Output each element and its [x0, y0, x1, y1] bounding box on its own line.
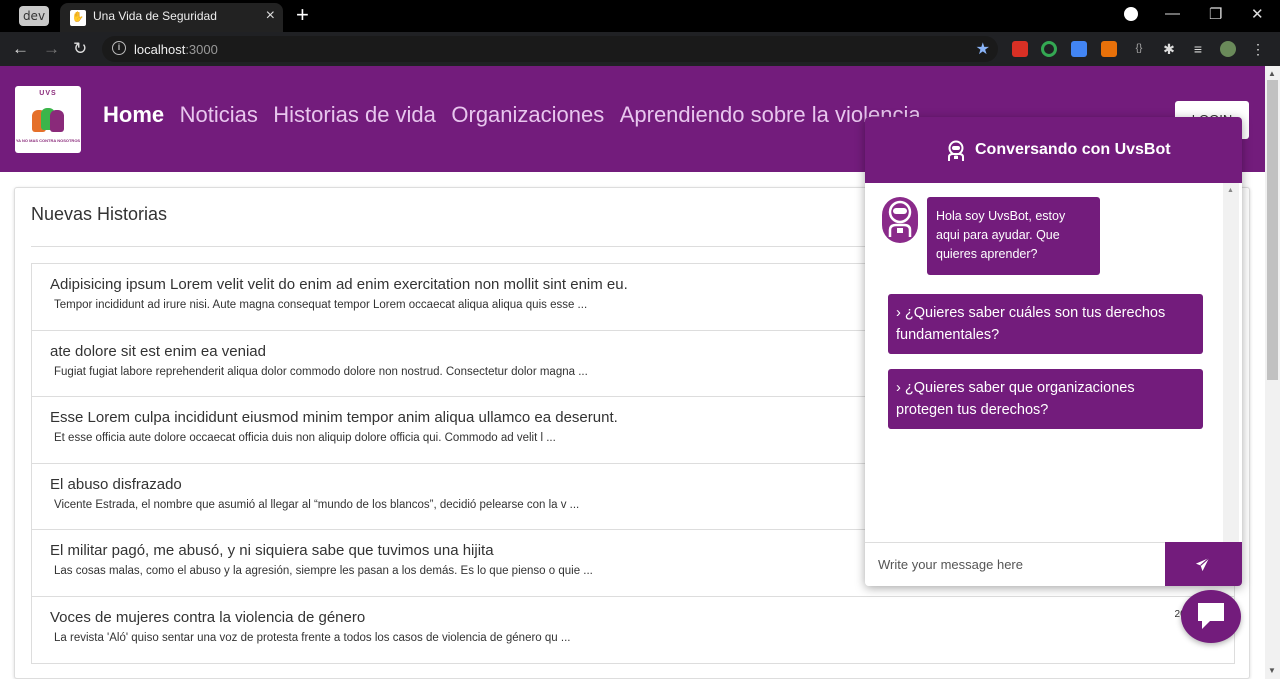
chat-header: Conversando con UvsBot [865, 117, 1242, 183]
page-scrollbar[interactable]: ▲ ▼ [1265, 66, 1280, 679]
story-excerpt: Tempor incididunt ad irure nisi. Aute ma… [54, 299, 588, 311]
story-title: Adipisicing ipsum Lorem velit velit do e… [50, 276, 628, 293]
chat-scrollbar[interactable]: ▲ [1223, 183, 1239, 542]
story-title: Esse Lorem culpa incididunt eiusmod mini… [50, 409, 618, 426]
extensions-puzzle-icon[interactable]: ✱ [1161, 41, 1177, 57]
extension-icon[interactable] [1101, 41, 1117, 57]
logo-tagline: YA NO MAS CONTRA NOSOTROS [15, 138, 81, 143]
logo-text: UVS [39, 90, 57, 97]
story-title: ate dolore sit est enim ea veniad [50, 342, 266, 360]
chat-messages[interactable]: Hola soy UvsBot, estoy aqui para ayudar.… [865, 183, 1242, 542]
site-logo[interactable]: UVS YA NO MAS CONTRA NOSOTROS [15, 86, 81, 153]
tab-close-icon[interactable]: × [266, 7, 275, 25]
main-nav: Home Noticias Historias de vida Organiza… [103, 102, 932, 128]
extension-icon[interactable] [1012, 41, 1028, 57]
restore-icon[interactable]: ❐ [1209, 5, 1222, 23]
chat-option-organizaciones[interactable]: › ¿Quieres saber que organizaciones prot… [888, 369, 1203, 429]
scroll-up-icon[interactable]: ▲ [1227, 187, 1234, 194]
site-info-icon[interactable]: i [112, 41, 126, 55]
json-extension-icon[interactable]: {} [1131, 41, 1147, 57]
story-excerpt: La revista 'Aló' quiso sentar una voz de… [54, 631, 571, 644]
minimize-icon[interactable]: — [1165, 5, 1180, 22]
tab-title: Una Vida de Seguridad [93, 9, 217, 23]
profile-avatar[interactable] [1220, 41, 1236, 57]
nav-historias[interactable]: Historias de vida [273, 102, 436, 127]
robot-icon [948, 140, 964, 161]
back-icon[interactable]: ← [12, 39, 29, 59]
forward-icon[interactable]: → [43, 39, 60, 59]
chat-toggle-button[interactable] [1181, 590, 1241, 643]
story-excerpt: Et esse officia aute dolore occaecat off… [54, 432, 556, 444]
chat-message-input[interactable] [865, 542, 1165, 586]
translate-extension-icon[interactable] [1071, 41, 1087, 57]
chevron-right-icon: › [896, 305, 901, 321]
address-bar: ← → ↻ i localhost:3000 ★ {} ✱ ≡ ⋮ [0, 32, 1280, 66]
bot-avatar [882, 197, 918, 243]
story-title: El militar pagó, me abusó, y ni siquiera… [50, 542, 494, 559]
bookmark-star-icon[interactable]: ★ [976, 39, 990, 59]
stories-heading: Nuevas Historias [31, 204, 168, 224]
send-icon [1195, 557, 1210, 572]
media-control-icon[interactable] [1124, 7, 1138, 21]
chatbot-window: Conversando con UvsBot Hola soy UvsBot, … [865, 117, 1242, 586]
nav-home[interactable]: Home [103, 102, 164, 127]
browser-menu-icon[interactable]: ⋮ [1250, 41, 1266, 57]
browser-tabbar: dev ✋ Una Vida de Seguridad × + — ❐ ✕ [0, 0, 1280, 32]
chevron-right-icon: › [896, 380, 901, 396]
chat-option-derechos[interactable]: › ¿Quieres saber cuáles son tus derechos… [888, 294, 1203, 354]
scrollbar-thumb[interactable] [1267, 80, 1278, 380]
close-window-icon[interactable]: ✕ [1251, 5, 1264, 23]
option-label: ¿Quieres saber cuáles son tus derechos f… [896, 305, 1166, 343]
story-excerpt: Fugiat fugiat labore reprehenderit aliqu… [54, 365, 588, 378]
profile-badge[interactable]: dev [19, 6, 49, 26]
scroll-up-icon[interactable]: ▲ [1268, 69, 1276, 78]
chat-bubble-icon [1198, 603, 1224, 629]
chat-title: Conversando con UvsBot [975, 141, 1171, 158]
nav-organizaciones[interactable]: Organizaciones [451, 102, 604, 127]
extension-icon[interactable] [1041, 41, 1057, 57]
new-tab-icon[interactable]: + [296, 3, 309, 27]
nav-noticias[interactable]: Noticias [180, 102, 258, 127]
url-text: localhost:3000 [134, 42, 218, 57]
story-title: Voces de mujeres contra la violencia de … [50, 608, 366, 626]
reading-list-icon[interactable]: ≡ [1190, 41, 1206, 57]
reload-icon[interactable]: ↻ [73, 39, 87, 59]
story-excerpt: Vicente Estrada, el nombre que asumió al… [54, 498, 580, 511]
url-field[interactable]: i localhost:3000 ★ [102, 36, 998, 62]
story-excerpt: Las cosas malas, como el abuso y la agre… [54, 565, 593, 577]
story-title: El abuso disfrazado [50, 475, 182, 493]
scroll-down-icon[interactable]: ▼ [1268, 666, 1276, 675]
bot-message: Hola soy UvsBot, estoy aqui para ayudar.… [927, 197, 1100, 275]
option-label: ¿Quieres saber que organizaciones proteg… [896, 380, 1135, 418]
send-button[interactable] [1165, 542, 1242, 586]
browser-tab[interactable]: ✋ Una Vida de Seguridad × [60, 3, 283, 32]
hands-logo-icon [32, 108, 64, 134]
favicon-icon: ✋ [70, 10, 86, 26]
list-item[interactable]: Voces de mujeres contra la violencia de … [32, 597, 1234, 664]
